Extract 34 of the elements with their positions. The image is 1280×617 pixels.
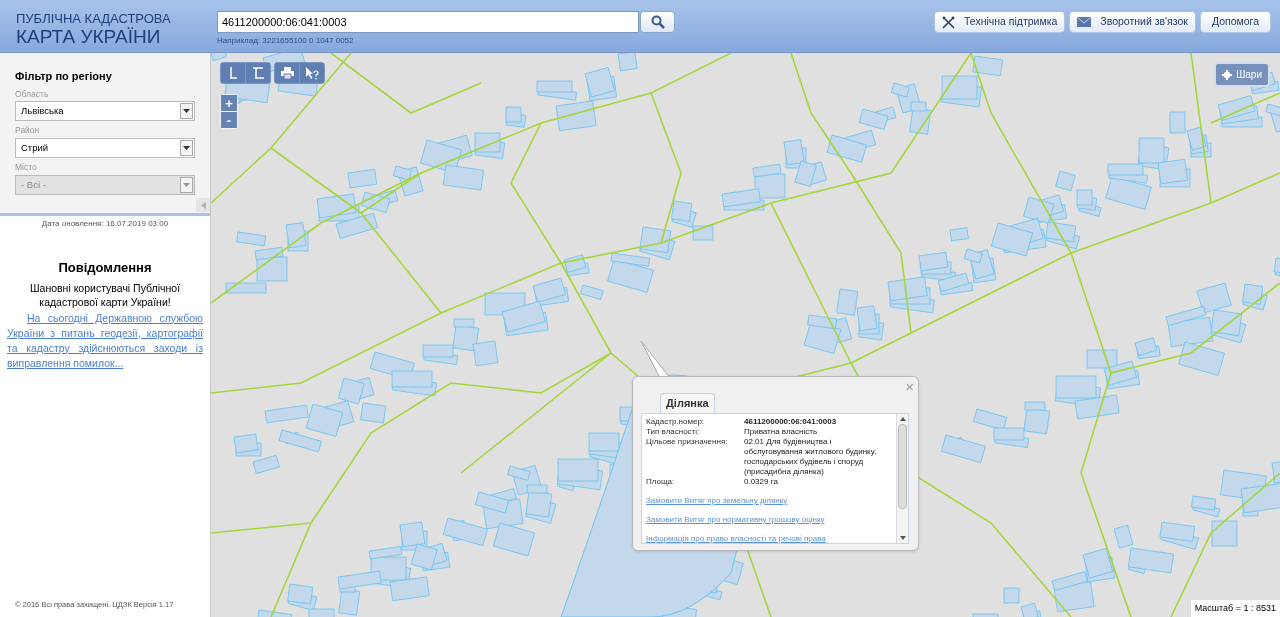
field-label: Область [15,87,50,101]
notice-link[interactable]: На сьогодні Державною службою України з питань геодезії, картографії та кадастру здійснюються заходи із виправлення помилок... [0,310,210,371]
popup-link[interactable]: Інформація про право власності та речові права [646,534,892,543]
region-dropdown[interactable]: Львівська [15,101,195,122]
header-button[interactable]: Допомога [1199,11,1271,33]
close-button[interactable]: × [905,379,914,394]
popup-tab[interactable]: Ділянка [660,393,715,413]
region-dropdown[interactable]: Стрий [15,138,195,158]
zoom-out-button[interactable]: - [221,112,237,128]
field-label: Район [15,124,41,137]
field-label: Тип власності: [646,427,701,437]
popup-link[interactable]: Замовити Витяг про земельну ділянку [646,496,892,506]
search-field[interactable]: 4611200000:06:041:0003 [217,11,639,33]
field-label: Площа: [646,477,676,487]
logo-title: КАРТА УКРАЇНИ [16,27,161,46]
header-button[interactable]: Зворотний зв'язок [1069,11,1196,33]
popup-link[interactable]: Замовити Витяг про нормативну грошову оцінку [646,515,892,525]
zoom-in-button[interactable]: + [221,95,237,111]
update-date: Дата оновлення: 16.07.2019 03:00 [40,218,170,230]
field-value: 4611200000:06:041:0003 [744,417,837,427]
filter-title: Фільтр по регіону [15,69,113,84]
field-label: Місто [15,161,38,174]
search-hint: Наприклад: 3221655100 0 1047 0052 [217,35,355,47]
layers-button[interactable]: Шари [1214,62,1270,87]
field-label: Цільове призначення: [646,437,729,448]
notice-greeting: Шановні користувачі Публічної кадастрової карти України! [28,280,182,309]
field-value: 0.0329 га [744,477,778,487]
field-label: Кадастр.номер: [646,417,706,427]
field-value: Приватна власність [744,427,818,437]
header-button[interactable]: Технічна підтримка [933,11,1066,33]
scale-label: Масштаб = 1 : 8531 [1190,599,1280,617]
notice-title: Повідомлення [57,259,153,277]
field-value: 02.01 Для будівництва і обслуговування житлового будинку, господарських будівель і споруд (присадибна ділянка) [744,437,878,477]
logo-subtitle: ПУБЛІЧНА КАДАСТРОВА [16,12,172,25]
